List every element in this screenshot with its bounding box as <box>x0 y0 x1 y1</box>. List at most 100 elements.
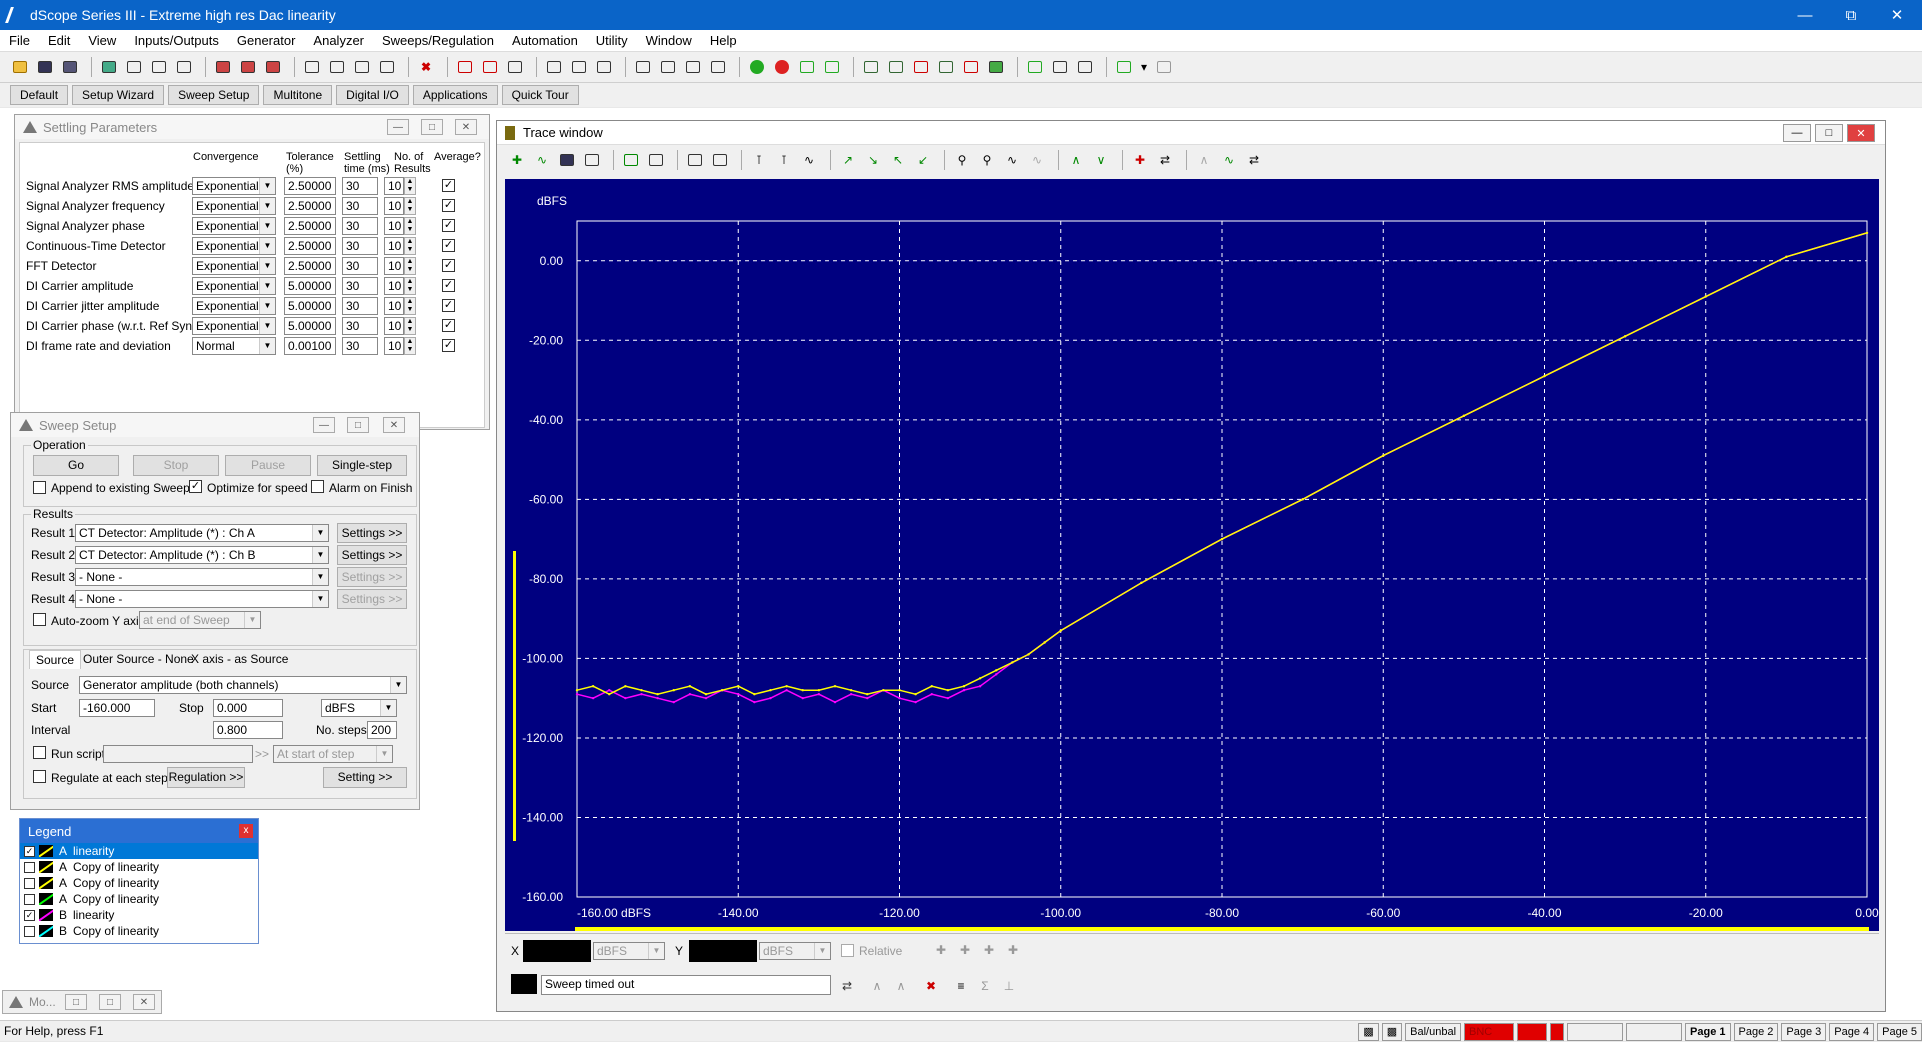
result-select[interactable]: CT Detector: Amplitude (*) : Ch B ▼ <box>75 546 329 564</box>
no-results-spinner[interactable]: ▲ ▼ <box>404 197 416 215</box>
script-icon[interactable] <box>1025 57 1045 77</box>
no-results-input[interactable]: 10 <box>384 237 404 255</box>
output-d-icon[interactable] <box>174 57 194 77</box>
menu-sweeps-regulation[interactable]: Sweeps/Regulation <box>373 33 503 48</box>
relative-checkbox[interactable] <box>841 944 854 957</box>
analyzer-c-icon[interactable] <box>505 57 525 77</box>
limit-b-icon[interactable]: ⇄ <box>1155 150 1175 170</box>
result-settings-button[interactable]: Settings >> <box>337 523 407 543</box>
settling-time-input[interactable]: 30 <box>342 277 378 295</box>
legend-close-button[interactable]: x <box>239 824 253 838</box>
minimized-close-button[interactable]: ✕ <box>133 994 155 1010</box>
convergence-select[interactable]: Exponential ▼ <box>192 297 276 315</box>
scope-b-icon[interactable] <box>658 57 678 77</box>
settling-time-input[interactable]: 30 <box>342 177 378 195</box>
scope-c-icon[interactable] <box>683 57 703 77</box>
table-icon[interactable] <box>685 150 705 170</box>
x-unit-select[interactable]: dBFS ▼ <box>593 942 665 960</box>
average-checkbox[interactable]: ✓ <box>442 279 455 292</box>
pan-icon[interactable]: ↗ <box>838 150 858 170</box>
scope-icon[interactable] <box>633 57 653 77</box>
result-select[interactable]: - None - ▼ <box>75 568 329 586</box>
no-results-input[interactable]: 10 <box>384 277 404 295</box>
tab-source[interactable]: Source <box>29 650 82 669</box>
legend-item[interactable]: B Copy of linearity <box>20 923 258 939</box>
quick-tour-button[interactable]: Quick Tour <box>501 85 579 105</box>
trace-plot[interactable]: -160.00 dBFS -140.00 -120.00 -100.00 -80.00 -… <box>505 179 1879 931</box>
result-settings-button[interactable]: Settings >> <box>337 589 407 609</box>
setting-button[interactable]: Setting >> <box>323 767 407 788</box>
run-script-checkbox[interactable] <box>33 746 46 759</box>
convergence-select[interactable]: Exponential ▼ <box>192 257 276 275</box>
limit-icon[interactable]: ✚ <box>1130 150 1150 170</box>
save-as-icon[interactable] <box>60 57 80 77</box>
cancel-icon[interactable]: ✖ <box>416 57 436 77</box>
menu-edit[interactable]: Edit <box>39 33 79 48</box>
tolerance-input[interactable]: 2.50000 <box>284 197 336 215</box>
output-icon[interactable] <box>99 57 119 77</box>
average-checkbox[interactable]: ✓ <box>442 319 455 332</box>
source-select[interactable]: Generator amplitude (both channels) ▼ <box>79 676 407 694</box>
cursor-add-icon[interactable]: ✚ <box>931 940 951 960</box>
input-b-icon[interactable] <box>327 57 347 77</box>
append-checkbox[interactable] <box>33 481 46 494</box>
average-checkbox[interactable]: ✓ <box>442 239 455 252</box>
minimized-maximize-button[interactable]: □ <box>99 994 121 1010</box>
sweep-minimize-button[interactable]: — <box>313 417 335 433</box>
trace-d-icon[interactable] <box>936 57 956 77</box>
no-results-input[interactable]: 10 <box>384 217 404 235</box>
tolerance-input[interactable]: 2.50000 <box>284 177 336 195</box>
average-checkbox[interactable]: ✓ <box>442 179 455 192</box>
page-4-tab[interactable]: Page 4 <box>1829 1022 1875 1041</box>
detector-c-icon[interactable] <box>594 57 614 77</box>
marker-icon[interactable]: ∧ <box>1066 150 1086 170</box>
settling-restore-button[interactable]: □ <box>421 119 443 135</box>
no-results-spinner[interactable]: ▲ ▼ <box>404 297 416 315</box>
no-results-input[interactable]: 10 <box>384 317 404 335</box>
no-results-spinner[interactable]: ▲ ▼ <box>404 217 416 235</box>
menu-analyzer[interactable]: Analyzer <box>304 33 373 48</box>
trace-minimize-button[interactable]: — <box>1783 124 1811 142</box>
no-results-spinner[interactable]: ▲ ▼ <box>404 257 416 275</box>
histogram-icon[interactable]: ⊥ <box>999 976 1019 996</box>
menu-automation[interactable]: Automation <box>503 33 587 48</box>
analyzer-b-icon[interactable] <box>480 57 500 77</box>
input-c-icon[interactable] <box>352 57 372 77</box>
record-icon[interactable] <box>772 57 792 77</box>
input-icon[interactable] <box>302 57 322 77</box>
menu-file[interactable]: File <box>0 33 39 48</box>
tab-outer-source[interactable]: Outer Source - None <box>79 650 198 668</box>
pause-button[interactable]: Pause <box>225 455 311 476</box>
delete-icon[interactable]: ∧ <box>867 976 887 996</box>
trace-f-icon[interactable] <box>986 57 1006 77</box>
pan-b-icon[interactable]: ↘ <box>863 150 883 170</box>
sweep-b-icon[interactable] <box>822 57 842 77</box>
zoom-in-icon[interactable]: ✚ <box>507 150 527 170</box>
close-button[interactable]: ✕ <box>1874 0 1920 30</box>
analyzer-icon[interactable] <box>455 57 475 77</box>
restore-button[interactable]: ⧉ <box>1828 0 1874 30</box>
cursor-c-icon[interactable]: ∿ <box>799 150 819 170</box>
no-results-input[interactable]: 10 <box>384 177 404 195</box>
zoom-fit-icon[interactable]: ∿ <box>1002 150 1022 170</box>
tolerance-input[interactable]: 2.50000 <box>284 257 336 275</box>
autoscale-icon[interactable]: ∿ <box>532 150 552 170</box>
no-results-input[interactable]: 10 <box>384 197 404 215</box>
legend-item[interactable]: A Copy of linearity <box>20 875 258 891</box>
average-checkbox[interactable]: ✓ <box>442 339 455 352</box>
y-unit-select[interactable]: dBFS ▼ <box>759 942 831 960</box>
single-step-button[interactable]: Single-step <box>317 455 407 476</box>
trace-close-button[interactable]: ✕ <box>1847 124 1875 142</box>
script-b-icon[interactable] <box>1050 57 1070 77</box>
result-settings-button[interactable]: Settings >> <box>337 567 407 587</box>
run-script-more[interactable]: >> <box>255 747 269 761</box>
save-icon[interactable] <box>35 57 55 77</box>
result-select[interactable]: CT Detector: Amplitude (*) : Ch A ▼ <box>75 524 329 542</box>
copy-icon[interactable] <box>582 150 602 170</box>
status-goto-icon[interactable]: ⇄ <box>837 976 857 996</box>
legend-item[interactable]: A Copy of linearity <box>20 859 258 875</box>
convergence-select[interactable]: Exponential ▼ <box>192 317 276 335</box>
no-results-spinner[interactable]: ▲ ▼ <box>404 337 416 355</box>
legend-item-checkbox[interactable] <box>24 893 35 905</box>
legend-item[interactable]: A Copy of linearity <box>20 891 258 907</box>
